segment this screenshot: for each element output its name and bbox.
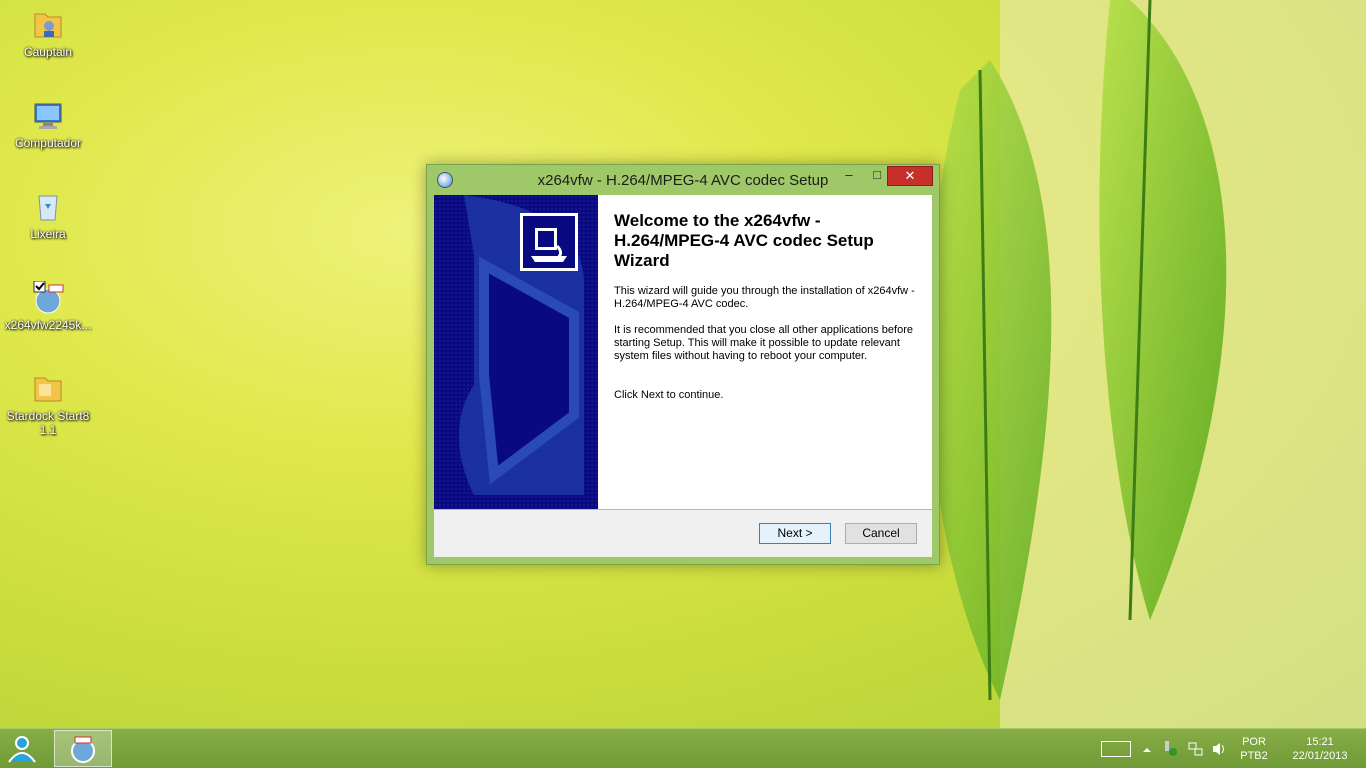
- intro-paragraph: This wizard will guide you through the i…: [614, 285, 915, 310]
- touch-keyboard-icon[interactable]: [1101, 741, 1131, 757]
- show-hidden-icons-icon[interactable]: [1141, 743, 1157, 759]
- computer-icon: [31, 99, 65, 133]
- desktop-icon-lixeira[interactable]: Lixeira: [3, 190, 93, 241]
- taskbar-clock[interactable]: 15:21 22/01/2013: [1280, 735, 1360, 763]
- installer-taskbar-icon: [71, 736, 95, 763]
- next-button[interactable]: Next >: [759, 523, 831, 544]
- wizard-content: Welcome to the x264vfw - H.264/MPEG-4 AV…: [598, 195, 932, 509]
- clock-time: 15:21: [1306, 736, 1334, 748]
- clock-date: 22/01/2013: [1292, 750, 1348, 762]
- footer-divider: [434, 509, 932, 510]
- usb-device-icon[interactable]: [1160, 741, 1177, 757]
- user-folder-icon: [31, 8, 65, 42]
- folder-icon: [31, 372, 65, 406]
- language-code: POR: [1242, 736, 1266, 748]
- recommendation-paragraph: It is recommended that you close all oth…: [614, 324, 913, 362]
- language-indicator[interactable]: POR PTB2: [1236, 735, 1272, 763]
- welcome-heading: Welcome to the x264vfw - H.264/MPEG-4 AV…: [614, 211, 874, 270]
- taskbar-app-installer[interactable]: [54, 730, 112, 767]
- continue-paragraph: Click Next to continue.: [614, 389, 724, 401]
- computer-install-icon: [531, 228, 567, 262]
- desktop-icon-stardock-start8[interactable]: Stardock Start8 1.1: [3, 372, 93, 437]
- wizard-client-area: Welcome to the x264vfw - H.264/MPEG-4 AV…: [434, 195, 932, 557]
- taskbar: POR PTB2 15:21 22/01/2013: [0, 728, 1366, 768]
- installer-icon: [31, 280, 65, 315]
- keyboard-layout: PTB2: [1240, 750, 1268, 762]
- cancel-button[interactable]: Cancel: [845, 523, 917, 544]
- recycle-bin-icon: [31, 190, 65, 224]
- window-titlebar[interactable]: x264vfw - H.264/MPEG-4 AVC codec Setup –…: [427, 165, 939, 195]
- desktop-icon-computador[interactable]: Computador: [3, 99, 93, 150]
- wizard-banner: [434, 195, 598, 509]
- desktop-icon-x264vfw[interactable]: x264vfw2245k...: [3, 280, 93, 332]
- desktop-icon-cauptain[interactable]: Cauptain: [3, 8, 93, 59]
- start8-icon: [8, 736, 36, 763]
- network-icon[interactable]: [1187, 741, 1203, 757]
- volume-icon[interactable]: [1211, 741, 1227, 757]
- close-button[interactable]: ✕: [887, 166, 933, 186]
- start8-button[interactable]: [6, 734, 38, 764]
- minimize-button[interactable]: –: [835, 166, 863, 186]
- installer-logo: [520, 213, 578, 271]
- setup-window: x264vfw - H.264/MPEG-4 AVC codec Setup –…: [426, 164, 940, 565]
